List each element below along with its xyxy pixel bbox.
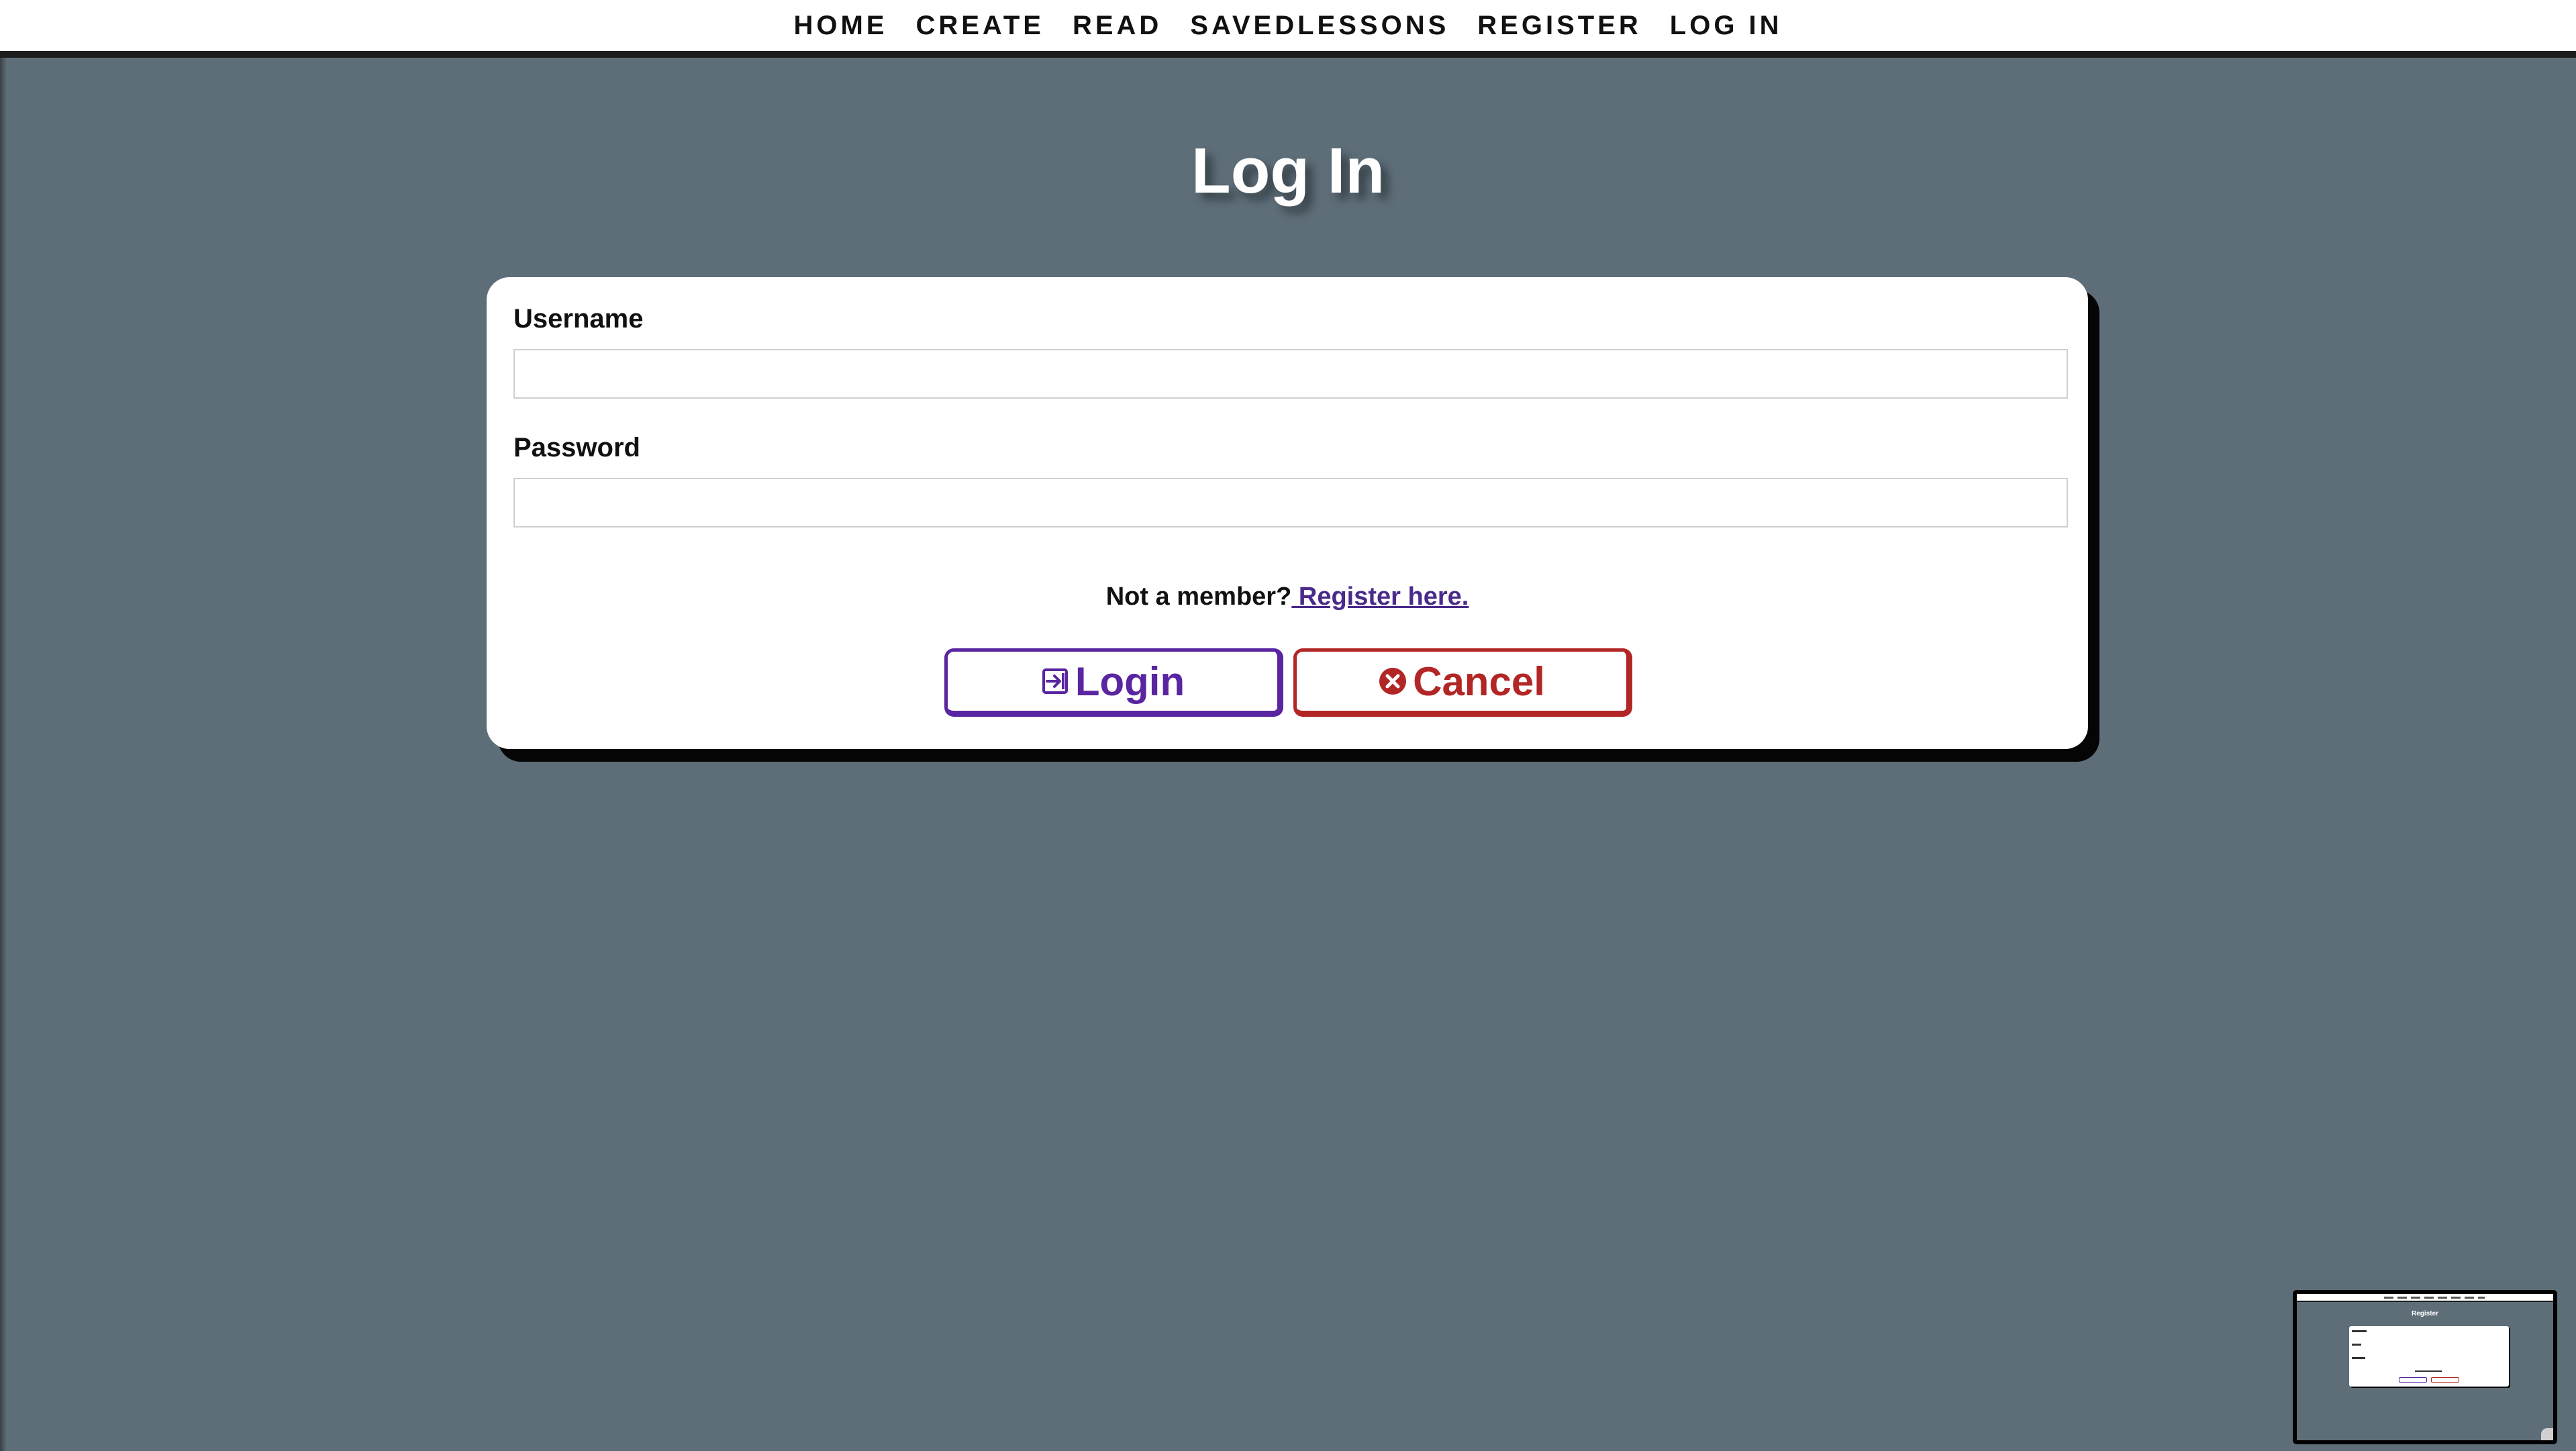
member-prompt-text: Not a member? [1105, 583, 1292, 611]
thumbnail-button [2399, 1377, 2427, 1383]
thumbnail-card [2349, 1326, 2509, 1387]
thumbnail-navbar [2297, 1294, 2553, 1302]
login-card: Username Password Not a member? Register… [487, 277, 2088, 749]
login-button[interactable]: Login [944, 648, 1283, 717]
thumbnail-line [2352, 1357, 2365, 1359]
username-input[interactable] [513, 349, 2068, 399]
nav-read[interactable]: READ [1073, 11, 1162, 41]
nav-home[interactable]: HOME [793, 11, 887, 41]
thumbnail-title: Register [2411, 1310, 2438, 1317]
username-label: Username [513, 304, 644, 334]
register-link[interactable]: Register here. [1291, 583, 1469, 611]
cancel-button-label: Cancel [1413, 658, 1545, 704]
close-circle-icon [1378, 666, 1407, 696]
thumbnail-button [2431, 1377, 2459, 1383]
member-prompt-line: Not a member? Register here. [487, 583, 2088, 611]
nav-register[interactable]: REGISTER [1477, 11, 1641, 41]
window-left-edge [0, 0, 7, 1451]
top-navbar: HOME CREATE READ SAVEDLESSONS REGISTER L… [0, 0, 2576, 58]
thumbnail-corner-handle [2541, 1428, 2553, 1440]
screenshot-thumbnail[interactable]: Register [2293, 1290, 2557, 1444]
page-title: Log In [1191, 135, 1385, 207]
nav-create[interactable]: CREATE [915, 11, 1044, 41]
thumbnail-line [2415, 1370, 2442, 1372]
password-label: Password [513, 433, 640, 462]
thumbnail-nav-items [2384, 1297, 2485, 1299]
nav-list: HOME CREATE READ SAVEDLESSONS REGISTER L… [793, 11, 1782, 41]
nav-login[interactable]: LOG IN [1670, 11, 1783, 41]
thumbnail-line [2352, 1344, 2361, 1346]
login-arrow-icon [1040, 666, 1070, 696]
password-input[interactable] [513, 478, 2068, 528]
thumbnail-line [2352, 1330, 2367, 1332]
nav-savedlessons[interactable]: SAVEDLESSONS [1190, 11, 1449, 41]
thumbnail-preview: Register [2297, 1294, 2553, 1440]
cancel-button[interactable]: Cancel [1293, 648, 1632, 717]
login-button-label: Login [1075, 658, 1185, 704]
